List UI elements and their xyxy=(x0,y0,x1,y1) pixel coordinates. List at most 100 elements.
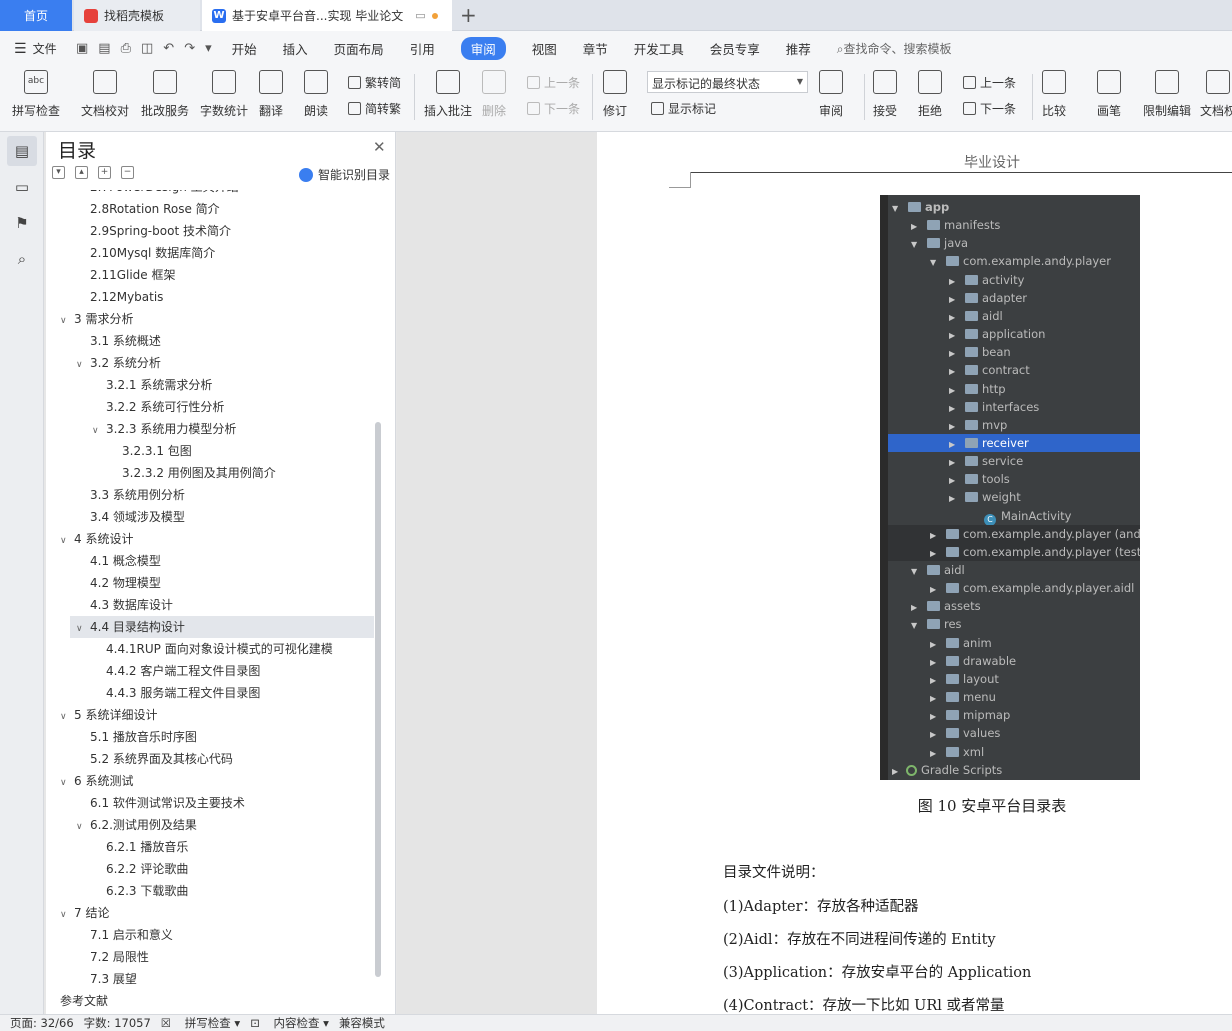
toc-item[interactable]: ∨ 4 系统设计 xyxy=(46,528,376,550)
chevron-down-icon[interactable]: ∨ xyxy=(92,420,106,442)
toc-item[interactable]: ∨ 5 系统详细设计 xyxy=(46,704,376,726)
menu-member[interactable]: 会员专享 xyxy=(710,39,760,58)
toc-item[interactable]: 7.2 局限性 xyxy=(46,946,376,968)
next-change-button[interactable]: 下一条 xyxy=(963,100,1016,117)
toc-item[interactable]: 3.2.1 系统需求分析 xyxy=(46,374,376,396)
search-icon[interactable]: ⌕ xyxy=(7,244,37,274)
toc-item[interactable]: 5.1 播放音乐时序图 xyxy=(46,726,376,748)
spell-check-status[interactable]: ☒ 拼写检查 ▾ xyxy=(161,1015,240,1031)
file-menu[interactable]: ☰ 文件 xyxy=(0,40,70,57)
track-changes-button[interactable]: 修订 xyxy=(603,70,627,119)
chevron-down-icon[interactable]: ∨ xyxy=(60,706,74,728)
accept-button[interactable]: 接受 xyxy=(873,70,897,119)
spell-check-button[interactable]: abc 拼写检查 xyxy=(12,70,60,119)
prev-comment-button[interactable]: 上一条 xyxy=(527,74,580,91)
toc-item[interactable]: 6.2.1 播放音乐 xyxy=(46,836,376,858)
save-icon[interactable]: ▣ xyxy=(76,41,88,56)
reject-button[interactable]: 拒绝 xyxy=(918,70,942,119)
chapter-nav-icon[interactable]: ▭ xyxy=(7,172,37,202)
review-pane-button[interactable]: 审阅 xyxy=(819,70,843,119)
chevron-down-icon[interactable]: ∨ xyxy=(60,904,74,926)
chevron-down-icon[interactable]: ∨ xyxy=(60,772,74,794)
preview-icon[interactable]: ◫ xyxy=(141,41,153,56)
toc-panel-icon[interactable]: ▤ xyxy=(7,136,37,166)
toc-item[interactable]: 3.4 领域涉及模型 xyxy=(46,506,376,528)
toc-item[interactable]: ∨ 3.2 系统分析 xyxy=(46,352,376,374)
toc-item[interactable]: 4.1 概念模型 xyxy=(46,550,376,572)
chevron-down-icon[interactable]: ∨ xyxy=(76,816,90,838)
toc-item[interactable]: 4.4.3 服务端工程文件目录图 xyxy=(46,682,376,704)
more-icon[interactable]: ▾ xyxy=(205,41,212,56)
export-icon[interactable]: ▤ xyxy=(98,41,110,56)
menu-recommend[interactable]: 推荐 xyxy=(786,39,811,58)
collapse-all-icon[interactable]: ▾ xyxy=(52,166,65,179)
toc-item[interactable]: 7.1 启示和意义 xyxy=(46,924,376,946)
toc-item[interactable]: 7.3 展望 xyxy=(46,968,376,990)
undo-icon[interactable]: ↶ xyxy=(163,41,174,56)
simp-to-trad-button[interactable]: 简转繁 xyxy=(348,100,401,117)
trad-to-simp-button[interactable]: 繁转简 xyxy=(348,74,401,91)
toc-item[interactable]: 3.3 系统用例分析 xyxy=(46,484,376,506)
toc-item[interactable]: 参考文献 xyxy=(46,990,376,1010)
page-count[interactable]: 页面: 32/66 xyxy=(10,1015,74,1031)
new-tab-button[interactable]: + xyxy=(460,3,477,27)
tab-template[interactable]: 找稻壳模板 xyxy=(74,0,200,31)
translate-button[interactable]: 翻译 xyxy=(259,70,283,119)
toc-item[interactable]: ∨ 7 结论 xyxy=(46,902,376,924)
toc-item[interactable]: 2.10Mysql 数据库简介 xyxy=(46,242,376,264)
word-count[interactable]: 字数: 17057 xyxy=(84,1015,151,1031)
annotate-service-button[interactable]: 批改服务 xyxy=(141,70,189,119)
menu-developer[interactable]: 开发工具 xyxy=(634,39,684,58)
toc-item[interactable]: 2.9Spring-boot 技术简介 xyxy=(46,220,376,242)
window-icon[interactable]: ▭ xyxy=(415,9,425,22)
toc-scrollbar[interactable] xyxy=(375,422,381,977)
redo-icon[interactable]: ↷ xyxy=(184,41,195,56)
menu-layout[interactable]: 页面布局 xyxy=(334,39,384,58)
doc-proof-button[interactable]: 文档校对 xyxy=(81,70,129,119)
toc-item[interactable]: 6.2.3 下载歌曲 xyxy=(46,880,376,902)
toc-item[interactable]: ∨ 6.2.测试用例及结果 xyxy=(46,814,376,836)
toc-item[interactable]: 3.2.3.1 包图 xyxy=(46,440,376,462)
menu-view[interactable]: 视图 xyxy=(532,39,557,58)
toc-item[interactable]: 6.1 软件测试常识及主要技术 xyxy=(46,792,376,814)
toc-item[interactable]: 2.7PowerDesign 工具介绍 xyxy=(46,190,376,198)
toc-item[interactable]: 4.4.1RUP 面向对象设计模式的可视化建模 xyxy=(46,638,376,660)
menu-reference[interactable]: 引用 xyxy=(410,39,435,58)
toc-item[interactable]: 3.2.3.2 用例图及其用例简介 xyxy=(46,462,376,484)
doc-permission-button[interactable]: 文档权 xyxy=(1200,70,1232,119)
menu-chapter[interactable]: 章节 xyxy=(583,39,608,58)
tab-home[interactable]: 首页 xyxy=(0,0,72,31)
content-check-status[interactable]: ⊡ 内容检查 ▾ xyxy=(250,1015,329,1031)
print-icon[interactable]: ⎙ xyxy=(121,41,131,56)
toc-item[interactable]: 4.2 物理模型 xyxy=(46,572,376,594)
menu-review[interactable]: 审阅 xyxy=(460,37,506,60)
read-aloud-button[interactable]: 朗读 xyxy=(304,70,328,119)
chevron-down-icon[interactable]: ∨ xyxy=(76,618,90,640)
expand-up-icon[interactable]: ▴ xyxy=(75,166,88,179)
bookmark-icon[interactable]: ⚑ xyxy=(7,208,37,238)
toc-item[interactable]: 4.4.2 客户端工程文件目录图 xyxy=(46,660,376,682)
chevron-down-icon[interactable]: ∨ xyxy=(60,310,74,332)
add-heading-icon[interactable]: + xyxy=(98,166,111,179)
word-count-button[interactable]: 字数统计 xyxy=(200,70,248,119)
next-comment-button[interactable]: 下一条 xyxy=(527,100,580,117)
toc-item[interactable]: ∨ 4.4 目录结构设计 xyxy=(70,616,374,638)
document-page[interactable]: 毕业设计 ▼ app ▶ manifests ▼ java ▼ com.example.and… xyxy=(597,132,1232,1014)
show-markup-button[interactable]: 显示标记 xyxy=(651,100,716,117)
menu-insert[interactable]: 插入 xyxy=(283,39,308,58)
close-icon[interactable]: ✕ xyxy=(373,138,386,156)
pen-button[interactable]: 画笔 xyxy=(1097,70,1121,119)
compare-button[interactable]: 比较 xyxy=(1042,70,1066,119)
toc-item[interactable]: ∨ 6 系统测试 xyxy=(46,770,376,792)
toc-item[interactable]: 3.2.2 系统可行性分析 xyxy=(46,396,376,418)
toc-item[interactable]: 5.2 系统界面及其核心代码 xyxy=(46,748,376,770)
smart-toc-button[interactable]: 智能识别目录 xyxy=(299,166,390,183)
restrict-edit-button[interactable]: 限制编辑 xyxy=(1143,70,1191,119)
chevron-down-icon[interactable]: ∨ xyxy=(76,354,90,376)
prev-change-button[interactable]: 上一条 xyxy=(963,74,1016,91)
command-search[interactable]: ⌕查找命令、搜索模板 xyxy=(837,40,952,57)
toc-item[interactable]: 3.1 系统概述 xyxy=(46,330,376,352)
remove-heading-icon[interactable]: − xyxy=(121,166,134,179)
toc-item[interactable]: 2.11Glide 框架 xyxy=(46,264,376,286)
delete-comment-button[interactable]: 删除 xyxy=(482,70,506,119)
